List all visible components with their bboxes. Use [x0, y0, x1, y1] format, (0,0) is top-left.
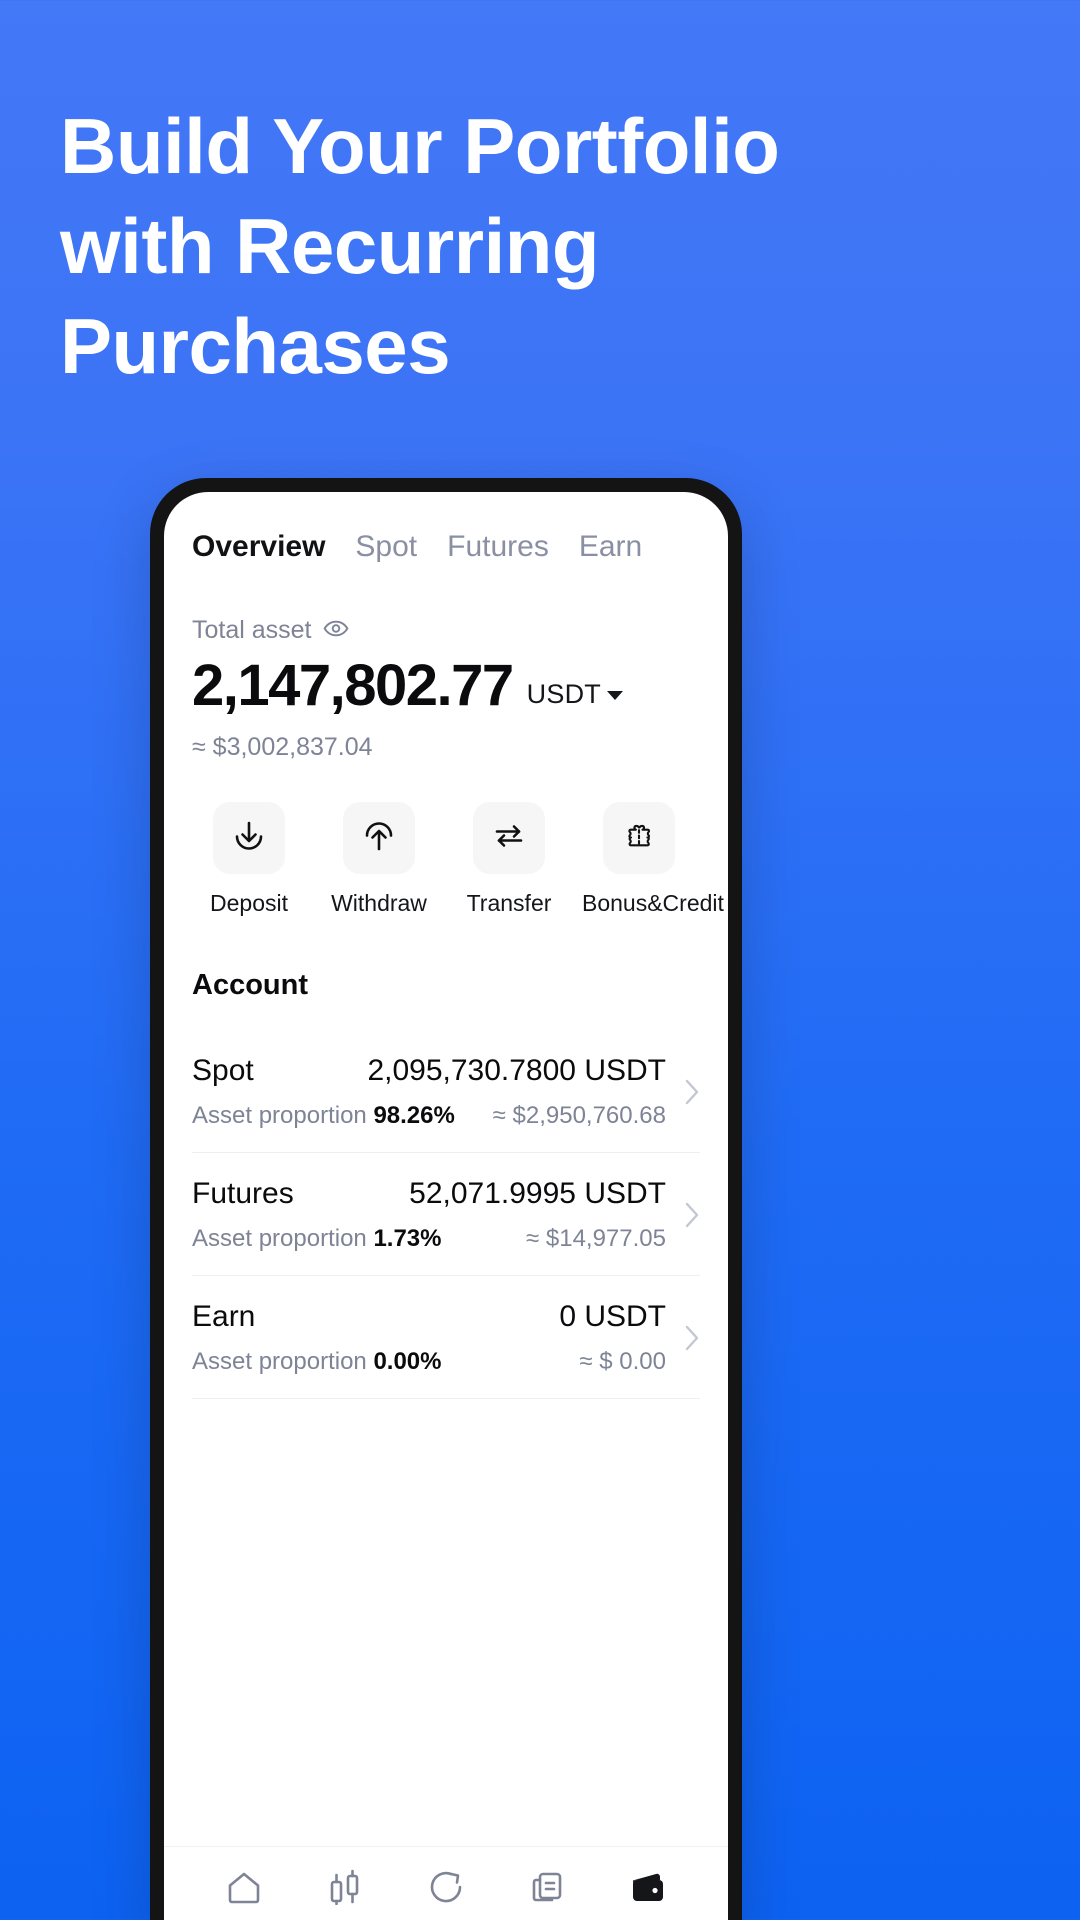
transfer-arrows-icon	[492, 819, 526, 858]
bottom-navigation	[164, 1846, 728, 1920]
account-row-content: Earn 0 USDT Asset proportion 0.00% ≈ $ 0…	[192, 1300, 666, 1376]
account-row-content: Spot 2,095,730.7800 USDT Asset proportio…	[192, 1054, 666, 1130]
balance-amount: 2,147,802.77	[192, 653, 514, 718]
total-asset-balance: 2,147,802.77 USDT	[192, 657, 700, 715]
account-row-top: Earn 0 USDT	[192, 1300, 666, 1334]
chevron-right-icon	[666, 1202, 700, 1228]
account-amount: 0 USDT	[559, 1300, 666, 1333]
account-section-title: Account	[192, 969, 308, 1001]
total-asset-label: Total asset	[192, 616, 312, 644]
headline-line-3: Purchases	[60, 302, 451, 390]
account-name: Futures	[192, 1177, 294, 1210]
account-proportion: Asset proportion 98.26%	[192, 1102, 455, 1130]
account-row-content: Futures 52,071.9995 USDT Asset proportio…	[192, 1177, 666, 1253]
account-proportion: Asset proportion 1.73%	[192, 1225, 442, 1253]
account-row-futures[interactable]: Futures 52,071.9995 USDT Asset proportio…	[192, 1153, 700, 1276]
account-name: Earn	[192, 1300, 256, 1333]
deposit-tile	[213, 802, 285, 874]
assets-page: Overview Spot Futures Earn Total asset 2…	[164, 492, 728, 1846]
home-icon	[225, 1869, 263, 1910]
proportion-label: Asset proportion	[192, 1102, 367, 1129]
proportion-label: Asset proportion	[192, 1225, 367, 1252]
account-row-top: Futures 52,071.9995 USDT	[192, 1177, 666, 1211]
action-deposit[interactable]: Deposit	[192, 802, 306, 917]
action-transfer[interactable]: Transfer	[452, 802, 566, 917]
upload-arrow-icon	[362, 819, 396, 858]
nav-item-home[interactable]	[198, 1869, 290, 1910]
proportion-value: 1.73%	[373, 1225, 442, 1252]
account-row-bottom: Asset proportion 0.00% ≈ $ 0.00	[192, 1348, 666, 1376]
chevron-down-icon	[606, 691, 623, 701]
account-proportion: Asset proportion 0.00%	[192, 1348, 442, 1376]
promo-headline: Build Your Portfolio with Recurring Purc…	[60, 96, 920, 396]
withdraw-tile	[343, 802, 415, 874]
download-arrow-icon	[232, 819, 266, 858]
account-row-spot[interactable]: Spot 2,095,730.7800 USDT Asset proportio…	[192, 1030, 700, 1153]
markets-candles-icon	[326, 1869, 364, 1910]
tab-earn[interactable]: Earn	[579, 530, 642, 564]
action-withdraw[interactable]: Withdraw	[322, 802, 436, 917]
tab-overview[interactable]: Overview	[192, 530, 325, 564]
phone-mockup: Overview Spot Futures Earn Total asset 2…	[150, 478, 742, 1920]
chevron-right-icon	[666, 1079, 700, 1105]
nav-item-wallet[interactable]	[602, 1869, 694, 1910]
account-list: Spot 2,095,730.7800 USDT Asset proportio…	[192, 1030, 700, 1399]
currency-selector[interactable]: USDT	[527, 679, 623, 715]
quick-actions: Deposit Withdraw Transfer Bonus&Credit	[192, 802, 724, 917]
eye-icon[interactable]	[323, 620, 349, 642]
chevron-right-icon	[666, 1325, 700, 1351]
asset-tabs: Overview Spot Futures Earn	[192, 492, 700, 564]
proportion-value: 0.00%	[373, 1348, 442, 1375]
account-approx-usd: ≈ $ 0.00	[579, 1348, 666, 1375]
bonus-credit-tile	[603, 802, 675, 874]
account-row-earn[interactable]: Earn 0 USDT Asset proportion 0.00% ≈ $ 0…	[192, 1276, 700, 1399]
account-row-top: Spot 2,095,730.7800 USDT	[192, 1054, 666, 1088]
account-amount: 2,095,730.7800 USDT	[367, 1054, 666, 1087]
headline-line-1: Build Your Portfolio	[60, 102, 780, 190]
account-approx-usd: ≈ $2,950,760.68	[492, 1102, 666, 1129]
proportion-label: Asset proportion	[192, 1348, 367, 1375]
orders-icon	[528, 1869, 566, 1910]
account-name: Spot	[192, 1054, 254, 1087]
nav-item-trade[interactable]	[400, 1869, 492, 1910]
action-bonus-credit[interactable]: Bonus&Credit	[582, 802, 724, 917]
action-label-deposit: Deposit	[210, 890, 288, 916]
nav-item-orders[interactable]	[501, 1869, 593, 1910]
tab-futures[interactable]: Futures	[447, 530, 549, 564]
action-label-withdraw: Withdraw	[331, 890, 427, 916]
account-amount: 52,071.9995 USDT	[409, 1177, 666, 1210]
account-row-bottom: Asset proportion 1.73% ≈ $14,977.05	[192, 1225, 666, 1253]
total-asset-header: Total asset	[192, 616, 700, 645]
balance-approx-usd: ≈ $3,002,837.04	[192, 733, 373, 761]
transfer-tile	[473, 802, 545, 874]
headline-line-2: with Recurring	[60, 202, 600, 290]
trade-icon	[427, 1869, 465, 1910]
account-row-bottom: Asset proportion 98.26% ≈ $2,950,760.68	[192, 1102, 666, 1130]
proportion-value: 98.26%	[373, 1102, 455, 1129]
nav-item-markets[interactable]	[299, 1869, 391, 1910]
gift-coupon-icon	[623, 820, 655, 857]
action-label-bonus-credit: Bonus&Credit	[582, 890, 724, 916]
wallet-icon	[629, 1869, 667, 1910]
action-label-transfer: Transfer	[466, 890, 552, 916]
phone-screen: Overview Spot Futures Earn Total asset 2…	[164, 492, 728, 1920]
currency-label: USDT	[526, 679, 601, 709]
account-approx-usd: ≈ $14,977.05	[526, 1225, 666, 1252]
tab-spot[interactable]: Spot	[355, 530, 417, 564]
